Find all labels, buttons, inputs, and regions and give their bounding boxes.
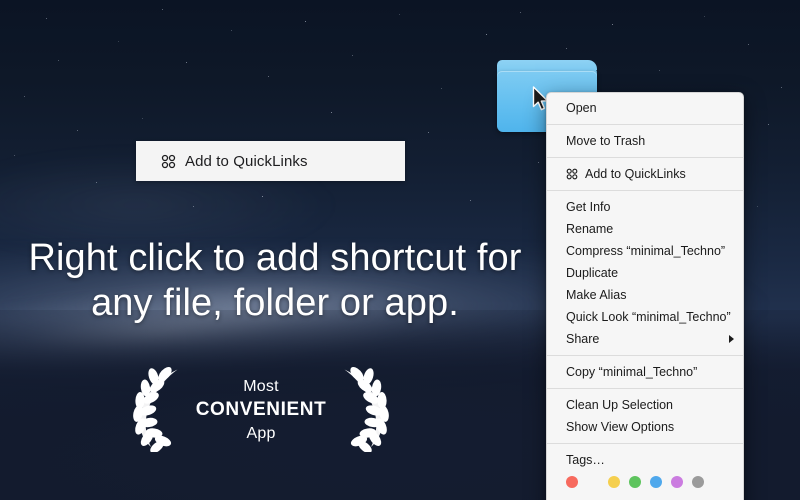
menu-item-compress-minimal_techno[interactable]: Compress “minimal_Techno” xyxy=(547,240,743,262)
menu-item-move-to-trash[interactable]: Move to Trash xyxy=(547,130,743,152)
hero-line-1: Right click to add shortcut for xyxy=(0,236,550,281)
menu-separator xyxy=(547,157,743,158)
menu-item-label: Share xyxy=(566,331,599,347)
menu-item-label: Tags… xyxy=(566,453,605,467)
tag-green[interactable] xyxy=(629,476,641,488)
star xyxy=(262,196,263,197)
quicklinks-grid-icon xyxy=(566,168,578,180)
star xyxy=(193,206,194,207)
award-top-label: Most xyxy=(196,377,327,397)
award-badge: Most CONVENIENT App xyxy=(150,362,372,458)
menu-item-label: Open xyxy=(566,100,597,116)
tag-purple[interactable] xyxy=(671,476,683,488)
tag-orange[interactable] xyxy=(587,476,599,488)
tag-red[interactable] xyxy=(566,476,578,488)
star xyxy=(612,24,613,25)
star xyxy=(704,16,705,17)
quicklinks-grid-icon xyxy=(161,154,176,169)
star xyxy=(757,206,758,207)
tag-color-swatches[interactable] xyxy=(547,470,743,499)
star xyxy=(14,155,15,156)
menu-item-rename[interactable]: Rename xyxy=(547,218,743,240)
hero-headline: Right click to add shortcut for any file… xyxy=(0,236,550,326)
star xyxy=(77,130,78,131)
award-bottom-label: App xyxy=(196,424,327,444)
star xyxy=(186,62,187,63)
menu-separator xyxy=(547,355,743,356)
menu-item-label: Make Alias xyxy=(566,287,626,303)
menu-item-label: Copy “minimal_Techno” xyxy=(566,364,697,380)
star xyxy=(399,14,400,15)
menu-item-label: Add to QuickLinks xyxy=(585,166,686,182)
star xyxy=(268,76,269,77)
star xyxy=(58,60,59,61)
star xyxy=(305,21,306,22)
star xyxy=(470,200,471,201)
award-middle-label: CONVENIENT xyxy=(196,398,327,421)
finder-context-menu[interactable]: Open Move to Trash Add to QuickLinks Get In… xyxy=(546,92,744,500)
star xyxy=(781,87,782,88)
menu-item-label: Rename xyxy=(566,221,613,237)
menu-item-duplicate[interactable]: Duplicate xyxy=(547,262,743,284)
star xyxy=(46,18,47,19)
star xyxy=(520,12,521,13)
menu-separator xyxy=(547,388,743,389)
laurel-right-icon xyxy=(334,364,392,457)
menu-item-share[interactable]: Share xyxy=(547,328,743,350)
menu-item-label: Show View Options xyxy=(566,419,674,435)
star xyxy=(24,96,25,97)
add-to-quicklinks-callout[interactable]: Add to QuickLinks xyxy=(136,141,405,181)
add-to-quicklinks-label: Add to QuickLinks xyxy=(185,153,308,170)
star xyxy=(659,70,660,71)
menu-item-label: Move to Trash xyxy=(566,133,645,149)
menu-item-label: Compress “minimal_Techno” xyxy=(566,243,725,259)
menu-item-label: Quick Look “minimal_Techno” xyxy=(566,309,731,325)
star xyxy=(441,88,442,89)
menu-item-make-alias[interactable]: Make Alias xyxy=(547,284,743,306)
star xyxy=(538,162,539,163)
star xyxy=(352,55,353,56)
submenu-arrow-icon xyxy=(729,335,734,343)
star xyxy=(748,44,749,45)
menu-item-label: Clean Up Selection xyxy=(566,397,673,413)
menu-item-copy-minimal_techno[interactable]: Copy “minimal_Techno” xyxy=(547,361,743,383)
star xyxy=(486,34,487,35)
star xyxy=(331,112,332,113)
menu-item-label: Duplicate xyxy=(566,265,618,281)
desktop-wallpaper: Add to QuickLinks Right click to add sho… xyxy=(0,0,800,500)
menu-item-show-view-options[interactable]: Show View Options xyxy=(547,416,743,438)
menu-item-label: Get Info xyxy=(566,199,610,215)
hero-line-2: any file, folder or app. xyxy=(0,281,550,326)
star xyxy=(118,41,119,42)
star xyxy=(162,9,163,10)
menu-item-quick-look-minimal_techno[interactable]: Quick Look “minimal_Techno” xyxy=(547,306,743,328)
tag-yellow[interactable] xyxy=(608,476,620,488)
menu-separator xyxy=(547,443,743,444)
star xyxy=(231,30,232,31)
tag-gray[interactable] xyxy=(692,476,704,488)
laurel-left-icon xyxy=(130,364,188,457)
menu-item-get-info[interactable]: Get Info xyxy=(547,196,743,218)
menu-separator xyxy=(547,124,743,125)
award-text-block: Most CONVENIENT App xyxy=(194,377,329,443)
menu-separator xyxy=(547,190,743,191)
tag-blue[interactable] xyxy=(650,476,662,488)
menu-item-add-to-quicklinks[interactable]: Add to QuickLinks xyxy=(547,163,743,185)
star xyxy=(566,48,567,49)
menu-item-open[interactable]: Open xyxy=(547,97,743,119)
star xyxy=(428,132,429,133)
star xyxy=(768,124,769,125)
menu-item-tags[interactable]: Tags… xyxy=(547,449,743,470)
menu-item-clean-up-selection[interactable]: Clean Up Selection xyxy=(547,394,743,416)
star xyxy=(142,118,143,119)
star xyxy=(96,182,97,183)
